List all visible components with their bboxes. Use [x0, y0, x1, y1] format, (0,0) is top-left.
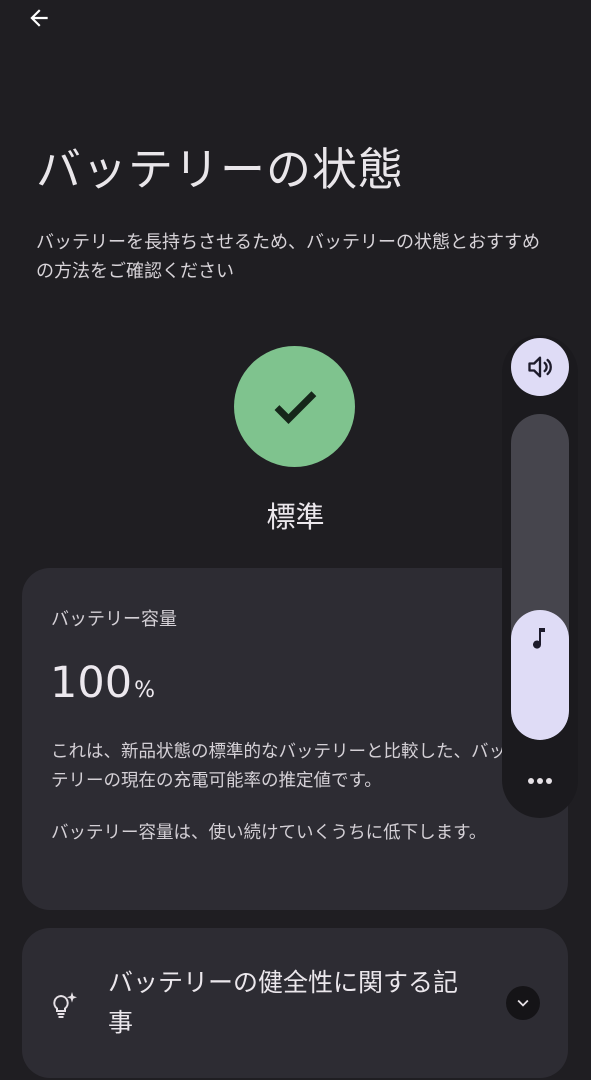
capacity-note: バッテリー容量は、使い続けていくうちに低下します。 [51, 823, 487, 843]
volume-slider[interactable] [511, 414, 569, 740]
chevron-down-icon [517, 999, 529, 1007]
more-options-button[interactable] [522, 763, 558, 799]
check-icon [274, 390, 316, 424]
more-horiz-icon [528, 778, 552, 784]
arrow-back-icon [30, 9, 48, 27]
lightbulb-icon [53, 992, 77, 1018]
back-button[interactable] [18, 0, 60, 36]
status-indicator [234, 346, 355, 467]
battery-articles-card[interactable]: バッテリーの健全性に関する記事 [22, 928, 568, 1078]
capacity-value: 100% [50, 658, 155, 708]
page-subtitle: バッテリーを長持ちさせるため、バッテリーの状態とおすすめの方法をご確認ください [36, 232, 540, 282]
speaker-button[interactable] [511, 338, 569, 396]
battery-capacity-card: バッテリー容量 100% これは、新品状態の標準的なバッテリーと比較した、バッテ… [22, 568, 568, 910]
capacity-title: バッテリー容量 [51, 609, 177, 630]
volume-up-icon [528, 356, 552, 378]
expand-button[interactable] [506, 986, 540, 1020]
status-label-text: 標準 [266, 500, 325, 534]
battery-health-screen: バッテリーの状態 バッテリーを長持ちさせるため、バッテリーの状態とおすすめの方法… [0, 0, 591, 1080]
volume-slider-fill[interactable] [511, 610, 569, 740]
capacity-number: 100 [50, 658, 133, 708]
capacity-unit: % [134, 678, 155, 703]
articles-label: バッテリーの健全性に関する記事 [108, 968, 459, 1037]
music-note-icon [533, 628, 545, 649]
page-title: バッテリーの状態 [36, 143, 405, 196]
capacity-description: これは、新品状態の標準的なバッテリーと比較した、バッテリーの現在の充電可能率の推… [51, 742, 506, 791]
volume-panel [502, 335, 578, 818]
